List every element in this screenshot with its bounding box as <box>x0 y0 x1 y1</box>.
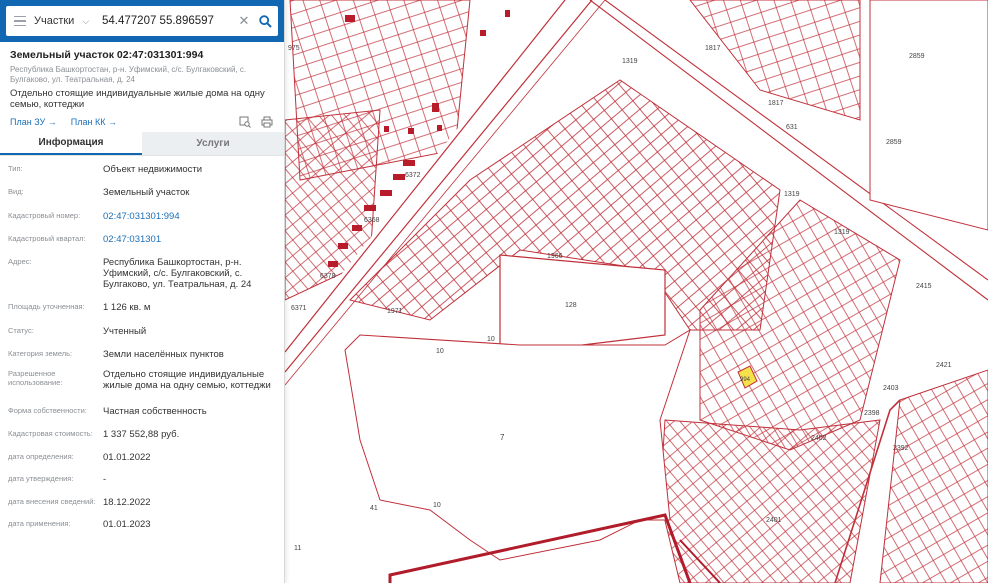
attr-label: дата определения: <box>8 452 74 461</box>
panel-tabs: Информация Услуги <box>0 132 284 156</box>
object-title: Земельный участок 02:47:031301:994 <box>10 49 204 61</box>
map-label-6372: 6372 <box>405 172 421 179</box>
attr-label: Форма собственности: <box>8 406 87 415</box>
attr-value: Земельный участок <box>103 187 190 198</box>
map-label-1817a: 1817 <box>705 45 721 52</box>
find-on-map-icon[interactable] <box>238 116 252 128</box>
map-label-6368: 6368 <box>364 217 380 224</box>
parcel-block-south <box>659 419 881 583</box>
attr-value: 18.12.2022 <box>103 497 151 508</box>
attr-label: Статус: <box>8 326 34 335</box>
map-label-10b: 10 <box>487 336 495 343</box>
attr-value: Частная собственность <box>103 406 207 417</box>
attr-label: Разрешенное использование: <box>8 369 63 387</box>
attr-label: дата внесения сведений: <box>8 497 96 506</box>
plan-zu-link[interactable]: План ЗУ → <box>10 117 57 127</box>
parcel-2859 <box>869 0 988 231</box>
attr-value: Земли населённых пунктов <box>103 349 224 360</box>
map-label-128: 128 <box>565 302 577 309</box>
attr-label: Вид: <box>8 187 24 196</box>
map-label-1319c: 1319 <box>834 229 850 236</box>
map-label-2859b: 2859 <box>886 139 902 146</box>
attr-value: 01.01.2022 <box>103 452 151 463</box>
map-label-994: 994 <box>740 377 751 383</box>
attr-label: Кадастровый квартал: <box>8 234 86 243</box>
parcel-block-se <box>879 369 988 583</box>
chevron-down-icon: ⌵ <box>82 15 90 26</box>
map-label-41: 41 <box>370 505 378 512</box>
map-label-6378: 6378 <box>320 273 336 280</box>
map-label-2421: 2421 <box>936 362 952 369</box>
map-label-2401: 2401 <box>766 517 782 524</box>
map-label-10c: 10 <box>433 502 441 509</box>
search-icon[interactable] <box>252 14 278 28</box>
map-label-2402: 2402 <box>811 435 827 442</box>
map-label-1817b: 1817 <box>768 100 784 107</box>
map-label-2859a: 2859 <box>909 53 925 60</box>
map-label-975: 975 <box>288 45 300 52</box>
attr-label: Кадастровый номер: <box>8 211 81 220</box>
parcel-7 <box>344 328 691 561</box>
search-bar: Участки ⌵ 54.477207 55.896597 ✕ <box>0 0 284 42</box>
map-label-2392: 2392 <box>893 445 909 452</box>
search-input[interactable]: 54.477207 55.896597 <box>98 15 236 27</box>
object-address: Республика Башкортостан, р-н. Уфимский, … <box>10 65 247 84</box>
attr-value: Республика Башкортостан, р-н. Уфимский, … <box>103 257 252 290</box>
app-root: 7 128 1319 1319 1319 1817 1817 2859 2859… <box>0 0 988 583</box>
cadastral-number-link[interactable]: 02:47:031301:994 <box>103 211 279 222</box>
attr-value: 1 337 552,88 руб. <box>103 429 180 440</box>
map-label-1319a: 1319 <box>622 58 638 65</box>
map-label-6371: 6371 <box>291 305 307 312</box>
attr-label: Категория земель: <box>8 349 73 358</box>
map-label-2415: 2415 <box>916 283 932 290</box>
attr-label: дата применения: <box>8 519 71 528</box>
map-label-2398: 2398 <box>864 410 880 417</box>
map-label-10a: 10 <box>436 348 444 355</box>
plan-kk-link[interactable]: План КК → <box>71 117 117 127</box>
parcel-128 <box>499 254 666 356</box>
clear-icon[interactable]: ✕ <box>236 13 252 29</box>
map-label-631: 631 <box>786 124 798 131</box>
object-purpose: Отдельно стоящие индивидуальные жилые до… <box>10 88 265 110</box>
object-links: План ЗУ → План КК → <box>10 116 274 128</box>
attr-label: дата утверждения: <box>8 474 74 483</box>
map-label-7: 7 <box>500 433 505 442</box>
search-type-label: Участки <box>34 15 75 27</box>
tab-services[interactable]: Услуги <box>142 132 284 155</box>
attr-value: Отдельно стоящие индивидуальные жилые до… <box>103 369 271 391</box>
map-label-1966: 1966 <box>547 253 563 260</box>
attr-value: - <box>103 474 107 485</box>
search-box: Участки ⌵ 54.477207 55.896597 ✕ <box>6 6 278 36</box>
object-header: Земельный участок 02:47:031301:994 Респу… <box>0 42 284 128</box>
attr-label: Кадастровая стоимость: <box>8 429 93 438</box>
attr-value: 1 126 кв. м <box>103 302 151 313</box>
attr-label: Адрес: <box>8 257 32 266</box>
attr-value: Учтенный <box>103 326 147 337</box>
info-panel: Участки ⌵ 54.477207 55.896597 ✕ Земельны… <box>0 0 285 583</box>
map-label-2403: 2403 <box>883 385 899 392</box>
attr-label: Тип: <box>8 164 23 173</box>
menu-icon[interactable] <box>6 15 34 27</box>
map-label-1971: 1971 <box>387 308 403 315</box>
attr-value: 01.01.2023 <box>103 519 151 530</box>
attr-label: Площадь уточненная: <box>8 302 85 311</box>
search-type-select[interactable]: Участки ⌵ <box>34 15 98 27</box>
tab-information[interactable]: Информация <box>0 132 142 155</box>
map-label-1319b: 1319 <box>784 191 800 198</box>
map-label-11: 11 <box>294 545 301 552</box>
print-icon[interactable] <box>260 116 274 128</box>
cadastral-block-link[interactable]: 02:47:031301 <box>103 234 279 245</box>
attr-value: Объект недвижимости <box>103 164 203 175</box>
